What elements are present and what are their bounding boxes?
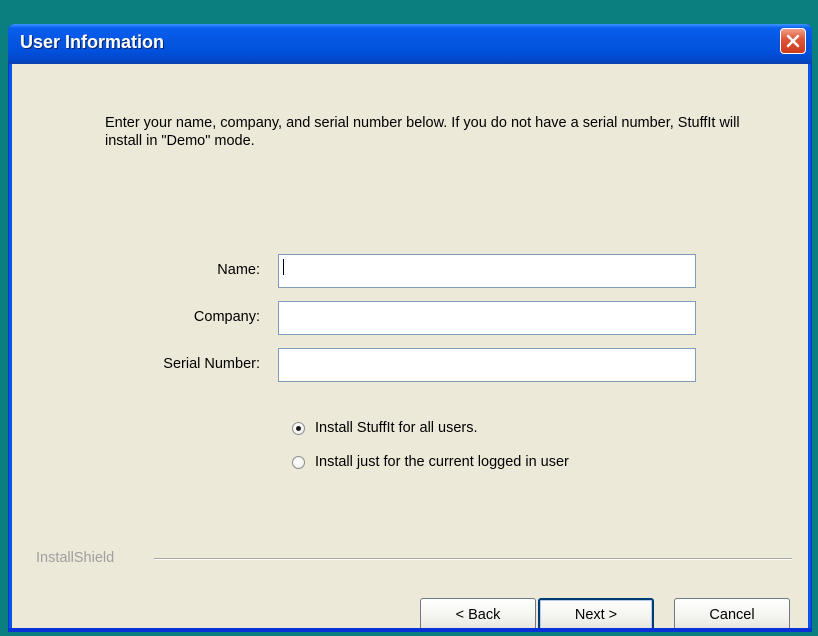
dialog-body: Enter your name, company, and serial num…: [12, 64, 808, 632]
back-button[interactable]: < Back: [420, 598, 536, 632]
footer-divider: [154, 558, 792, 560]
serial-number-field[interactable]: [278, 348, 696, 382]
install-current-user-label: Install just for the current logged in u…: [315, 454, 569, 470]
user-information-dialog: User Information Enter your name, compan…: [8, 24, 812, 632]
name-label: Name:: [217, 262, 260, 278]
close-button[interactable]: [780, 28, 806, 54]
serial-number-label: Serial Number:: [163, 356, 260, 372]
intro-text: Enter your name, company, and serial num…: [105, 115, 740, 149]
radio-install-current-user[interactable]: Install just for the current logged in u…: [292, 454, 569, 470]
company-label: Company:: [193, 309, 260, 325]
window-title: User Information: [20, 32, 165, 52]
desktop: User Information Enter your name, compan…: [0, 0, 818, 636]
next-button[interactable]: Next >: [538, 598, 654, 632]
window-bottom-border: [8, 628, 812, 632]
radio-install-all-users[interactable]: Install StuffIt for all users.: [292, 420, 478, 436]
radio-button-unselected[interactable]: [292, 455, 305, 469]
install-all-users-label: Install StuffIt for all users.: [315, 420, 478, 436]
installshield-brand: InstallShield: [36, 550, 115, 566]
name-field[interactable]: [278, 254, 696, 288]
close-x-icon: [786, 34, 800, 48]
radio-button-selected[interactable]: [292, 421, 305, 435]
text-cursor: [283, 259, 284, 275]
company-field[interactable]: [278, 301, 696, 335]
cancel-button[interactable]: Cancel: [674, 598, 790, 632]
title-bar: User Information: [8, 24, 812, 64]
